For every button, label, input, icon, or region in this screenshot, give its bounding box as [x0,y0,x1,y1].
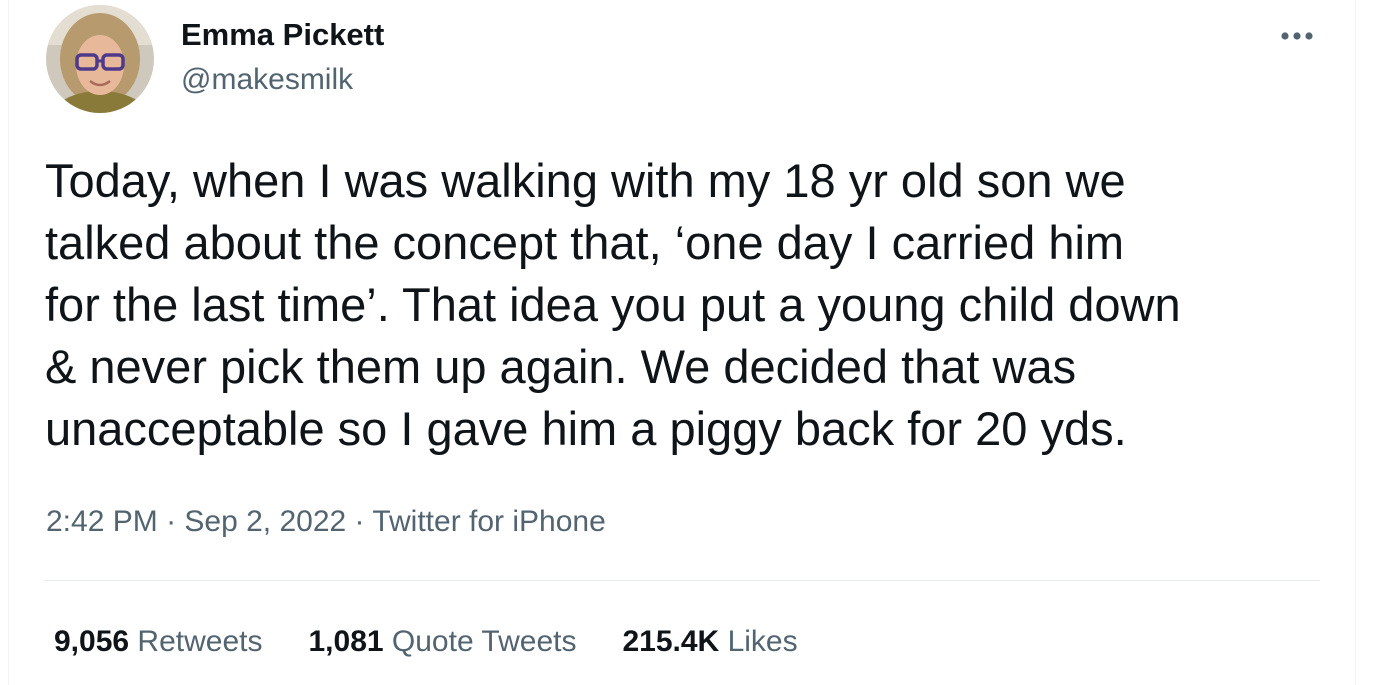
avatar-image [46,5,154,113]
author-name[interactable]: Emma Pickett [181,16,384,54]
tweet-metadata: 2:42 PM · Sep 2, 2022 · Twitter for iPho… [46,502,606,542]
tweet-card: Emma Pickett @makesmilk Today, when I wa… [8,0,1356,685]
meta-separator: · [346,505,373,538]
quote-tweets-label: Quote Tweets [391,625,577,658]
more-horizontal-icon [1281,32,1313,40]
meta-separator: · [157,505,185,538]
tweet-date-link[interactable]: Sep 2, 2022 [184,505,346,538]
avatar[interactable] [46,5,154,113]
tweet-source-link[interactable]: Twitter for iPhone [372,505,605,538]
tweet-stats: 9,056 Retweets 1,081 Quote Tweets 215.4K… [54,622,844,662]
tweet-time-link[interactable]: 2:42 PM [46,505,158,538]
retweets-count: 9,056 [54,625,130,658]
quote-tweets-stat[interactable]: 1,081 Quote Tweets [308,622,576,662]
likes-stat[interactable]: 215.4K Likes [622,622,797,662]
author-handle[interactable]: @makesmilk [181,61,353,99]
retweets-label: Retweets [137,625,263,658]
likes-count: 215.4K [622,625,720,658]
more-options-button[interactable] [1275,18,1319,54]
divider [44,580,1320,581]
quote-tweets-count: 1,081 [308,625,384,658]
tweet-text: Today, when I was walking with my 18 yr … [45,154,1181,455]
retweets-stat[interactable]: 9,056 Retweets [54,622,262,662]
likes-label: Likes [727,625,798,658]
